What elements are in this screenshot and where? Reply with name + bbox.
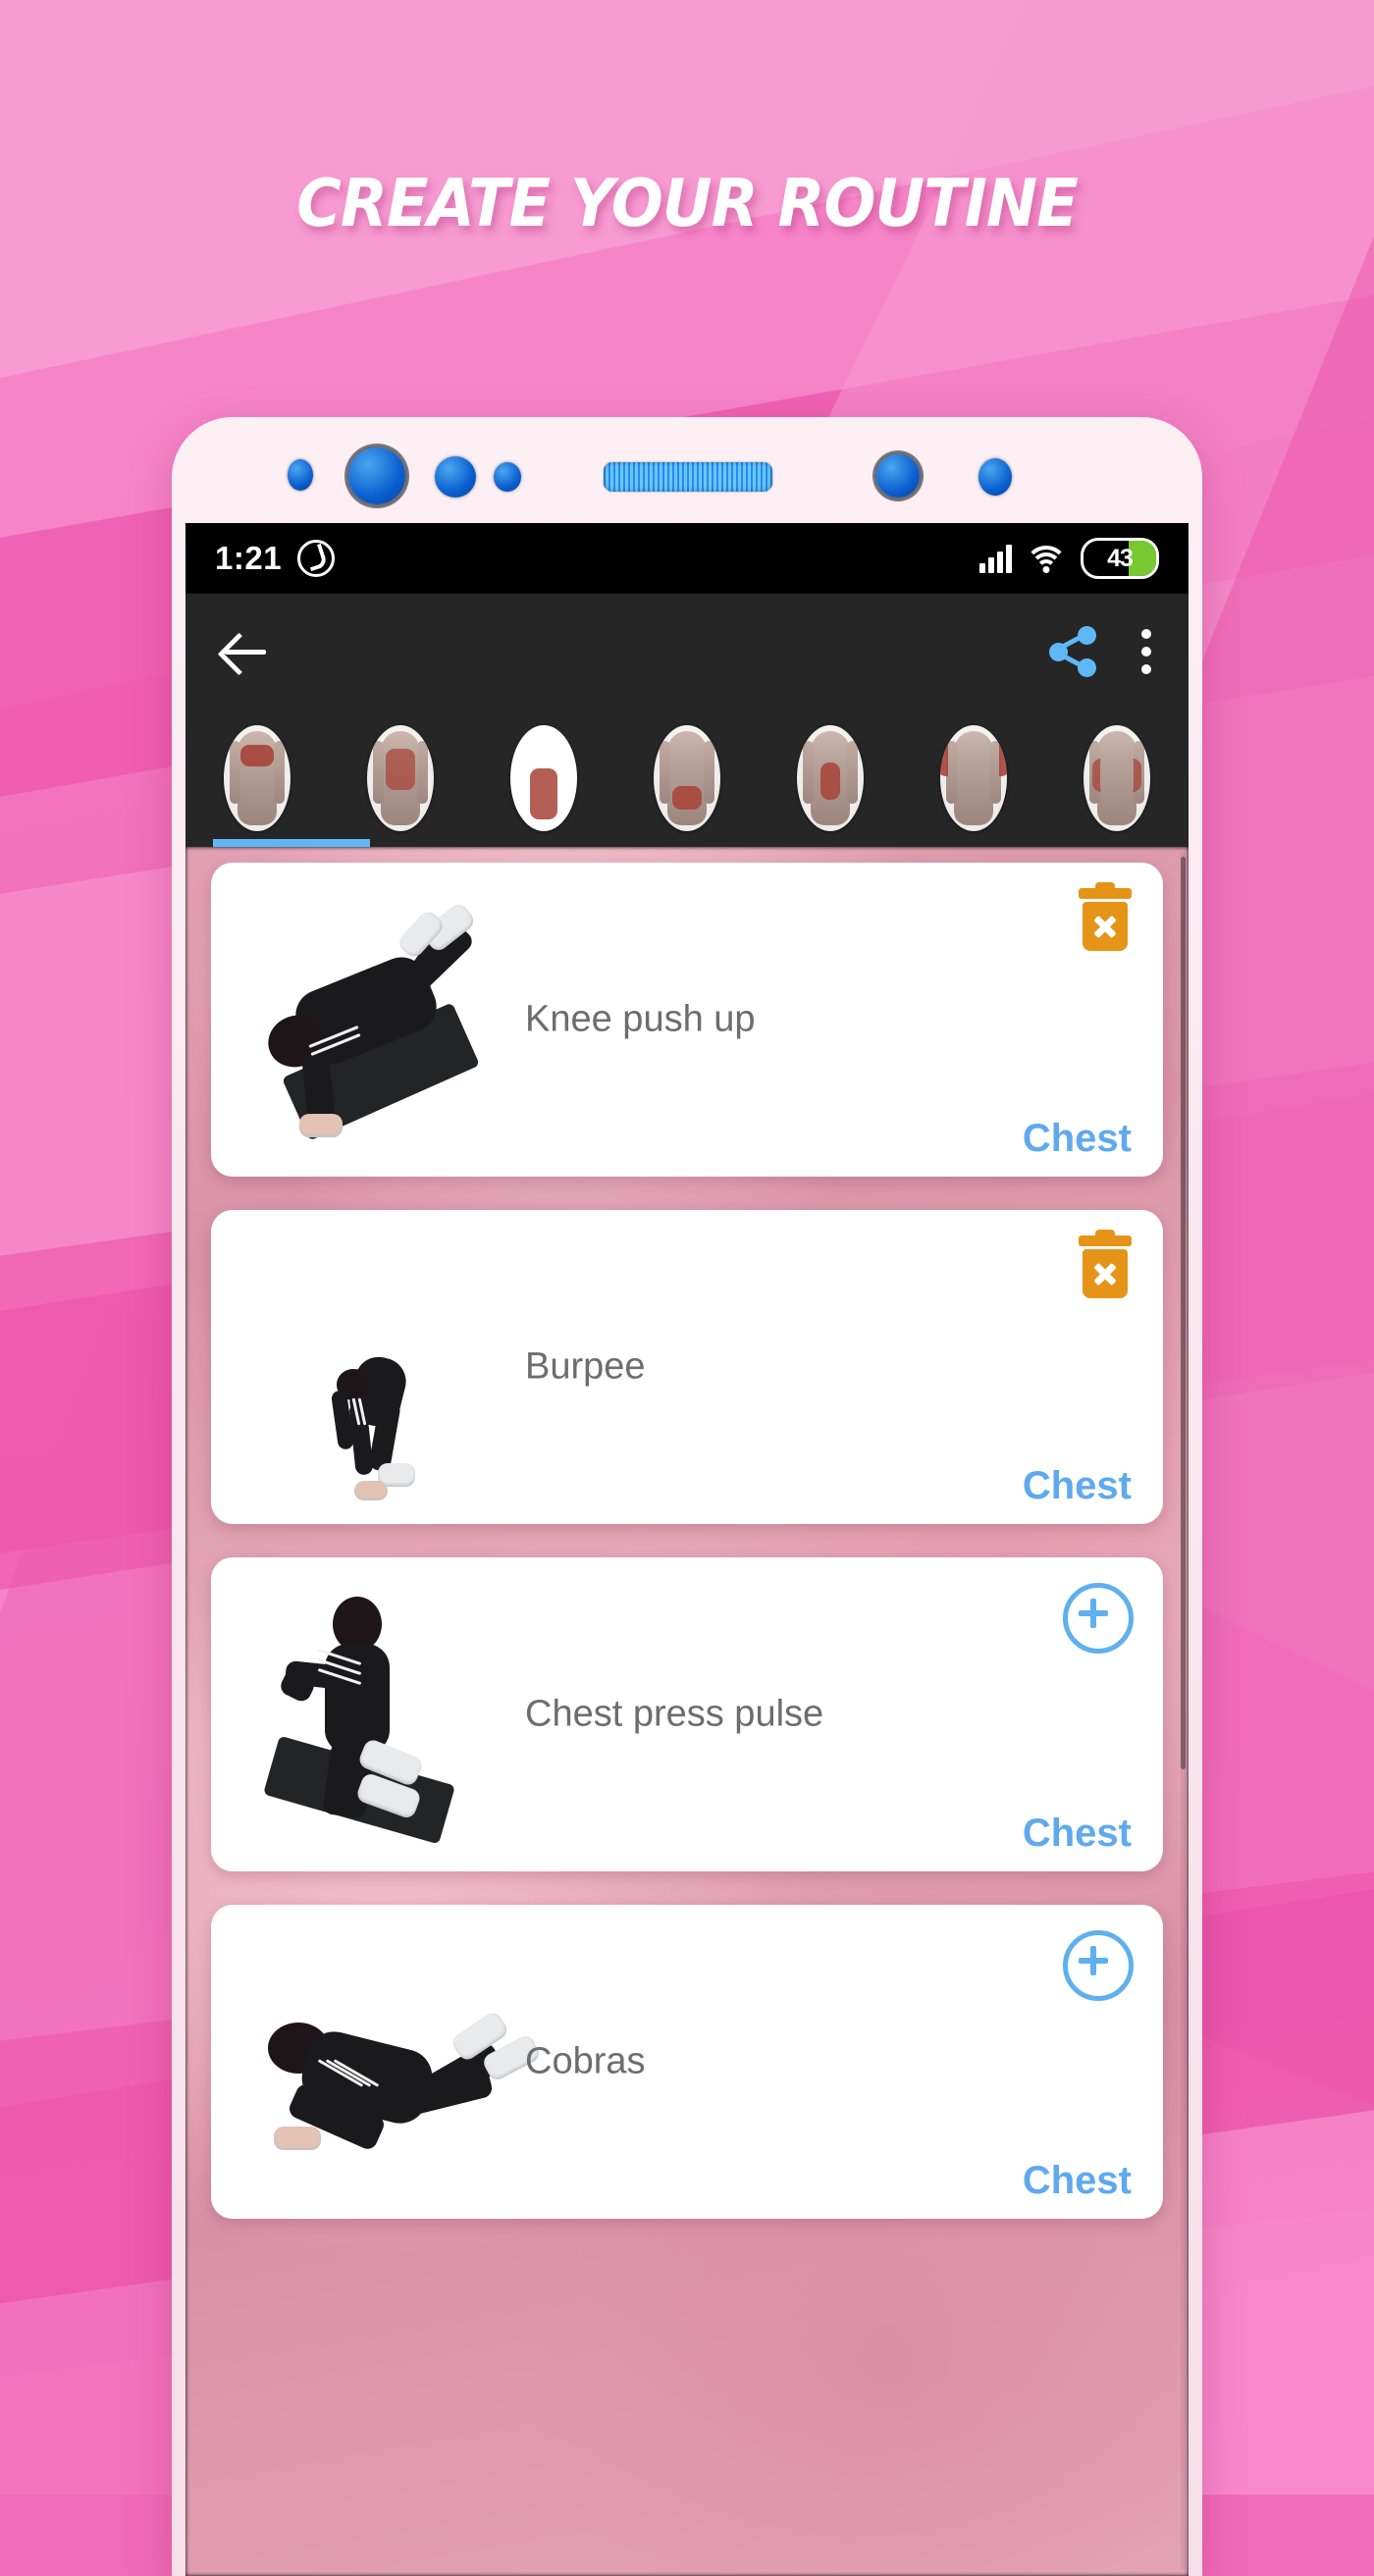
phone-top-bezel (172, 417, 1202, 523)
exercise-name: Chest press pulse (525, 1693, 824, 1735)
tab-obliques[interactable] (1045, 710, 1189, 847)
status-bar: 1:21 43 (185, 523, 1189, 594)
trash-delete-icon (1077, 1230, 1134, 1298)
tab-glutes[interactable] (615, 710, 759, 847)
selected-tab-indicator (213, 839, 370, 847)
muscle-group-tabs (185, 710, 1189, 847)
exercise-thumbnail-knee-push-up (250, 900, 496, 1141)
exercise-muscle-label: Chest (1022, 1812, 1132, 1855)
phone-mockup: 1:21 43 Knee push up Chest Burpee Chest … (172, 417, 1202, 2576)
exercise-card[interactable]: Cobras Chest (211, 1905, 1163, 2219)
glutes-muscle-icon (654, 725, 720, 831)
exercise-card[interactable]: Burpee Chest (211, 1210, 1163, 1524)
data-saver-icon (297, 540, 336, 577)
sensor-dot-icon (435, 456, 476, 498)
exercise-name: Burpee (525, 1345, 646, 1388)
battery-indicator: 43 (1081, 538, 1159, 579)
sensor-dot-icon (288, 459, 313, 491)
status-time: 1:21 (215, 540, 283, 576)
remove-exercise-button[interactable] (1077, 882, 1134, 951)
exercise-muscle-label: Chest (1022, 1464, 1132, 1507)
legs-muscle-icon (510, 725, 577, 831)
cellular-signal-icon (979, 544, 1012, 573)
status-bar-right: 43 (979, 538, 1159, 579)
promo-headline: CREATE YOUR ROUTINE (296, 165, 1079, 241)
exercise-list-scroll-area[interactable]: Knee push up Chest Burpee Chest Chest pr… (185, 847, 1189, 2576)
proximity-sensor-icon (876, 454, 920, 498)
app-toolbar (185, 594, 1189, 710)
overflow-menu-icon[interactable] (1141, 629, 1153, 674)
phone-screen: 1:21 43 Knee push up Chest Burpee Chest … (185, 523, 1189, 2576)
wifi-icon (1025, 544, 1068, 573)
sensor-dot-icon (978, 458, 1012, 496)
trash-delete-icon (1077, 882, 1134, 951)
exercise-name: Cobras (525, 2040, 646, 2082)
scrollbar-thumb[interactable] (1181, 857, 1186, 1769)
exercise-cards: Knee push up Chest Burpee Chest Chest pr… (185, 847, 1189, 2576)
tab-legs[interactable] (472, 710, 615, 847)
exercise-card[interactable]: Chest press pulse Chest (211, 1557, 1163, 1871)
plus-circle-icon (1063, 1583, 1134, 1654)
arms-muscle-icon (940, 725, 1007, 831)
front-camera-icon (348, 447, 405, 504)
exercise-thumbnail-burpee (319, 1347, 447, 1514)
remove-exercise-button[interactable] (1077, 1230, 1134, 1298)
sensor-dot-icon (494, 462, 521, 492)
earpiece-speaker (604, 462, 772, 492)
tab-abs[interactable] (759, 710, 902, 847)
tab-back[interactable] (329, 710, 472, 847)
exercise-thumbnail-chest-press-pulse (263, 1579, 484, 1854)
toolbar-actions (1049, 626, 1153, 677)
battery-level-text: 43 (1107, 544, 1134, 572)
abs-muscle-icon (797, 725, 864, 831)
exercise-card[interactable]: Knee push up Chest (211, 863, 1163, 1177)
exercise-muscle-label: Chest (1022, 1117, 1132, 1160)
status-bar-left: 1:21 (215, 540, 336, 577)
obliques-muscle-icon (1083, 725, 1150, 831)
tab-arms[interactable] (902, 710, 1045, 847)
exercise-muscle-label: Chest (1022, 2159, 1132, 2202)
exercise-thumbnail-cobras (260, 2001, 543, 2197)
add-exercise-button[interactable] (1063, 1583, 1134, 1654)
add-exercise-button[interactable] (1063, 1930, 1134, 2001)
back-arrow-icon[interactable] (221, 627, 270, 676)
chest-muscle-icon (224, 725, 291, 831)
share-icon[interactable] (1049, 626, 1096, 677)
tab-chest[interactable] (185, 710, 329, 847)
battery-fill (1128, 541, 1156, 576)
back-muscle-icon (367, 725, 434, 831)
plus-circle-icon (1063, 1930, 1134, 2001)
exercise-name: Knee push up (525, 998, 756, 1040)
